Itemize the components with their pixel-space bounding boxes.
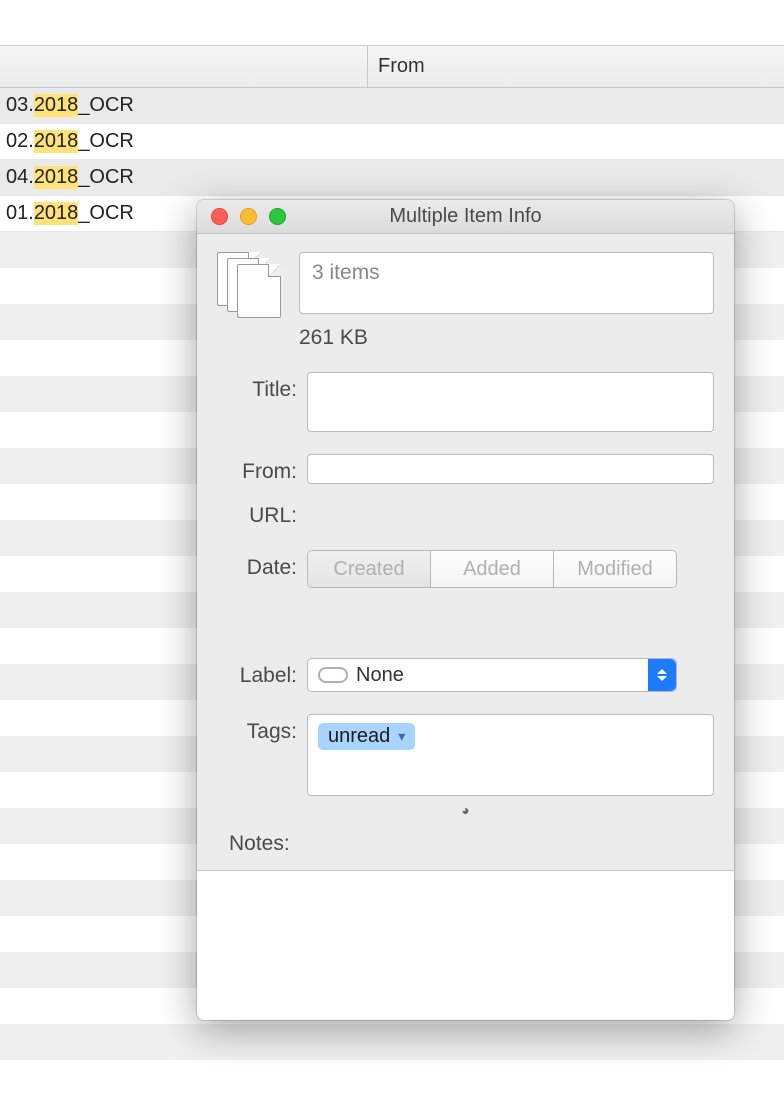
chevron-down-icon: ▾: [398, 728, 405, 745]
zoom-button[interactable]: [269, 208, 286, 225]
window-controls: [197, 208, 286, 225]
info-panel: Multiple Item Info 3 items 261 KB Title:…: [197, 200, 734, 1020]
date-segmented-control: Created Added Modified: [307, 550, 677, 588]
row-text-pre: 01.: [6, 202, 34, 225]
tag-text: unread: [328, 725, 390, 748]
notes-area[interactable]: [197, 871, 734, 1020]
label-swatch-icon: [318, 667, 348, 683]
tags-field[interactable]: unread ▾: [307, 714, 714, 796]
notes-label: Notes:: [217, 832, 714, 856]
from-label: From:: [217, 454, 297, 484]
resize-handle-icon[interactable]: ◕: [217, 802, 714, 818]
row-text-pre: 02.: [6, 130, 34, 153]
list-item[interactable]: 02.2018_OCR: [0, 124, 784, 160]
date-modified-button[interactable]: Modified: [554, 551, 676, 587]
row-text-highlight: 2018: [34, 94, 79, 117]
from-field[interactable]: [307, 454, 714, 484]
label-select[interactable]: None: [307, 658, 677, 692]
documents-icon: [217, 252, 285, 316]
size-text: 261 KB: [299, 326, 714, 350]
items-summary-field[interactable]: 3 items: [299, 252, 714, 314]
date-label: Date:: [217, 550, 297, 580]
row-text-highlight: 2018: [34, 130, 79, 153]
tag-pill[interactable]: unread ▾: [318, 723, 415, 750]
toolbar-spacer: [0, 0, 784, 46]
list-item[interactable]: 04.2018_OCR: [0, 160, 784, 196]
row-text-post: _OCR: [78, 166, 134, 189]
label-label: Label:: [217, 658, 297, 688]
list-item[interactable]: 03.2018_OCR: [0, 88, 784, 124]
row-text-highlight: 2018: [34, 202, 79, 225]
column-name-spacer: [0, 46, 368, 87]
items-summary-text: 3 items: [312, 261, 380, 284]
title-label: Title:: [217, 372, 297, 402]
label-select-value: None: [356, 664, 404, 687]
row-text-highlight: 2018: [34, 166, 79, 189]
date-created-button[interactable]: Created: [308, 551, 431, 587]
tags-label: Tags:: [217, 714, 297, 744]
row-text-post: _OCR: [78, 130, 134, 153]
title-field[interactable]: [307, 372, 714, 432]
select-stepper-icon: [648, 659, 676, 691]
date-added-button[interactable]: Added: [431, 551, 554, 587]
close-button[interactable]: [211, 208, 228, 225]
column-header-from[interactable]: From: [368, 55, 425, 78]
row-text-post: _OCR: [78, 94, 134, 117]
row-text-pre: 04.: [6, 166, 34, 189]
column-header-row: From: [0, 46, 784, 88]
url-label: URL:: [217, 498, 297, 528]
minimize-button[interactable]: [240, 208, 257, 225]
row-text-pre: 03.: [6, 94, 34, 117]
row-text-post: _OCR: [78, 202, 134, 225]
panel-titlebar[interactable]: Multiple Item Info: [197, 200, 734, 234]
